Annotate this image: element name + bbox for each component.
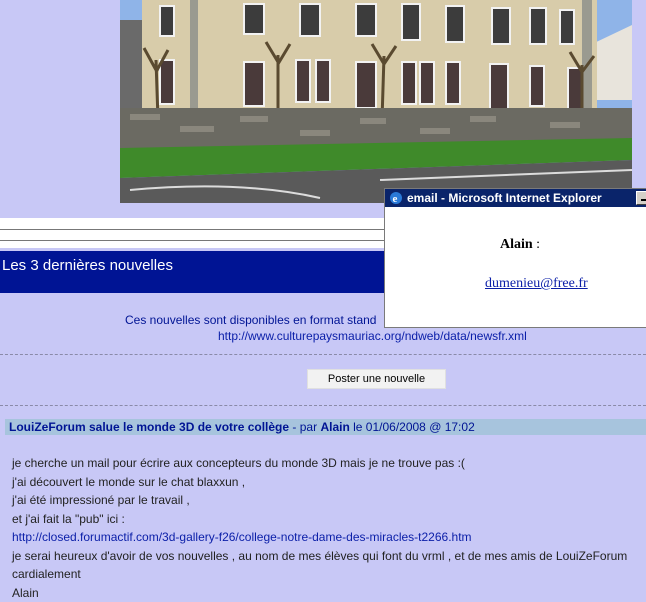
internet-explorer-icon: e (389, 191, 403, 205)
post-line: je serai heureux d'avoir de vos nouvelle… (12, 547, 646, 566)
post-body: je cherche un mail pour écrire aux conce… (12, 454, 646, 602)
news-section-header: Les 3 dernières nouvelles (0, 251, 386, 293)
divider-line (0, 240, 386, 241)
email-popup-window: e email - Microsoft Internet Explorer Al… (384, 188, 646, 328)
minimize-button[interactable] (636, 191, 646, 205)
svg-text:e: e (393, 193, 398, 205)
post-title[interactable]: LouiZeForum salue le monde 3D de votre c… (9, 420, 289, 434)
post-author[interactable]: Alain (320, 420, 349, 434)
contact-name-suffix: : (533, 237, 540, 252)
news-heading: Les 3 dernières nouvelles (2, 257, 173, 274)
post-line: j'ai découvert le monde sur le chat blax… (12, 473, 646, 492)
dashed-divider (0, 354, 646, 355)
popup-titlebar[interactable]: e email - Microsoft Internet Explorer (385, 189, 646, 207)
post-header: LouiZeForum salue le monde 3D de votre c… (5, 419, 646, 435)
post-line: j'ai été impressioné par le travail , (12, 491, 646, 510)
post-by-label: - par (292, 420, 317, 434)
feed-info-text: Ces nouvelles sont disponibles en format… (125, 313, 376, 327)
post-line: et j'ai fait la "pub" ici : (12, 510, 646, 529)
post-date: le 01/06/2008 @ 17:02 (353, 420, 475, 434)
popup-contact-name: Alain : (385, 237, 646, 253)
email-link[interactable]: dumenieu@free.fr (485, 276, 588, 292)
contact-name: Alain (500, 237, 533, 252)
dashed-divider (0, 405, 646, 406)
post-line: Alain (12, 584, 646, 602)
feed-url-link[interactable]: http://www.culturepaysmauriac.org/ndweb/… (218, 329, 527, 343)
post-link[interactable]: http://closed.forumactif.com/3d-gallery-… (12, 528, 646, 547)
divider-line (0, 229, 386, 230)
post-line: je cherche un mail pour écrire aux conce… (12, 454, 646, 473)
post-line: cardialement (12, 565, 646, 584)
header-photo (120, 0, 632, 203)
white-band (0, 218, 386, 248)
popup-title: email - Microsoft Internet Explorer (407, 191, 602, 205)
post-news-button[interactable]: Poster une nouvelle (307, 369, 446, 389)
